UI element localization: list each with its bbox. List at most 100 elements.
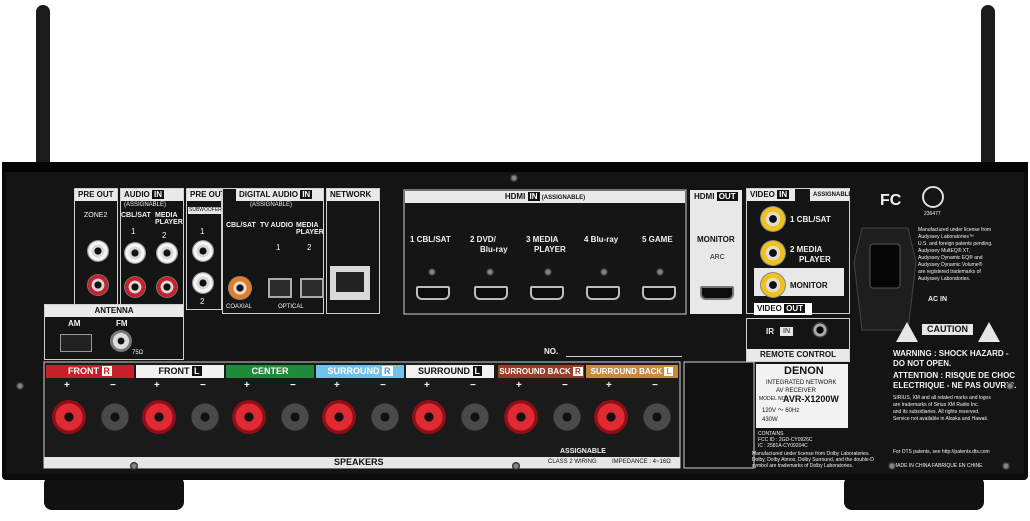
hdmi-1-label: 1 CBL/SAT	[410, 235, 451, 244]
surround-back-l-minus-terminal[interactable]	[640, 400, 674, 434]
front-l-minus-terminal[interactable]	[188, 400, 222, 434]
speaker-sb-l-header: SURROUND BACK L	[586, 365, 678, 378]
sub-num-1: 1	[200, 227, 205, 236]
fm-antenna-jack[interactable]	[110, 330, 132, 352]
video-2-label: 2 MEDIA	[790, 245, 823, 254]
ethernet-port[interactable]	[330, 266, 370, 300]
hdmi-in-header: HDMI IN (ASSIGNABLE)	[405, 191, 685, 203]
product-line-1: INTEGRATED NETWORK	[766, 380, 837, 386]
speaker-center-header: CENTER	[226, 365, 314, 378]
audio-in-mediaplayer: MEDIA PLAYER	[155, 212, 183, 226]
ir-in-jack[interactable]	[812, 322, 828, 338]
audyssey-line-4: Audyssey MultEQ® XT,	[918, 248, 971, 254]
sirius-line-3: and its subsidiaries. All rights reserve…	[893, 409, 980, 415]
audyssey-line-2: Audyssey Laboratories™	[918, 234, 974, 240]
fcc-logo: FC	[880, 192, 902, 209]
csa-number: 236477	[924, 211, 941, 217]
hdmi-2-label: 2 DVD/	[470, 235, 496, 244]
hdmi-out-header: HDMI OUT	[691, 191, 741, 203]
speaker-sb-r-header: SURROUND BACK R	[498, 365, 584, 378]
surround-l-plus-terminal[interactable]	[412, 400, 446, 434]
speaker-front-l-header: FRONT L	[136, 365, 224, 378]
speaker-assignable-label: ASSIGNABLE	[560, 448, 606, 455]
audyssey-line-3: U.S. and foreign patents pending.	[918, 241, 993, 247]
am-label: AM	[68, 319, 81, 328]
video-in-2-jack[interactable]	[760, 240, 786, 266]
speaker-surround-l-header: SURROUND L	[406, 365, 494, 378]
hdmi-3-label-b: PLAYER	[534, 245, 566, 254]
pre-out-zone2-header: PRE OUT	[75, 189, 117, 201]
dolby-line-3: symbol are trademarks of Dolby Laborator…	[752, 463, 854, 469]
hdmi-in-5-port[interactable]	[642, 286, 676, 300]
caution-label: CAUTION	[922, 324, 973, 335]
optical-num-1: 1	[276, 243, 281, 252]
serial-no-label: NO.	[544, 347, 559, 356]
hdmi-in-1-port[interactable]	[416, 286, 450, 300]
optical-num-2: 2	[307, 243, 312, 252]
digital-audio-header: DIGITAL AUDIO IN	[236, 189, 323, 201]
audio-in-2-right-jack[interactable]	[156, 276, 178, 298]
audio-in-1-right-jack[interactable]	[124, 276, 146, 298]
coax-cblsat-label: CBL/SAT	[226, 222, 256, 229]
subwoofer-1-jack[interactable]	[192, 240, 214, 262]
hdmi-in-4-port[interactable]	[586, 286, 620, 300]
power-rating-1: 120V ～ 60Hz	[762, 408, 800, 414]
audio-in-1-left-jack[interactable]	[124, 242, 146, 264]
warning-line-2: DO NOT OPEN.	[893, 359, 952, 368]
fm-ohm-label: 75Ω	[132, 350, 144, 356]
optical-1-jack[interactable]	[268, 278, 292, 298]
coaxial-jack[interactable]	[228, 276, 252, 300]
attention-line-1: ATTENTION : RISQUE DE CHOC	[893, 371, 1016, 380]
surround-back-l-plus-terminal[interactable]	[594, 400, 628, 434]
video-monitor-label: MONITOR	[790, 281, 828, 290]
speaker-front-r-header: FRONT R	[46, 365, 134, 378]
hdmi-2-label-b: Blu-ray	[480, 245, 508, 254]
front-l-plus-terminal[interactable]	[142, 400, 176, 434]
surround-r-plus-terminal[interactable]	[322, 400, 356, 434]
audyssey-line-5: Audyssey Dynamic EQ® and	[918, 255, 983, 261]
center-plus-terminal[interactable]	[232, 400, 266, 434]
audyssey-line-1: Manufactured under license from	[918, 227, 992, 233]
center-minus-terminal[interactable]	[278, 400, 312, 434]
fm-label: FM	[116, 319, 128, 328]
sub-num-2: 2	[200, 297, 205, 306]
surround-r-minus-terminal[interactable]	[368, 400, 402, 434]
audio-in-cblsat: CBL/SAT	[121, 212, 151, 219]
coaxial-label: COAXIAL	[226, 304, 253, 310]
media-player-optical-label: MEDIA PLAYER	[296, 222, 324, 236]
surround-back-r-minus-terminal[interactable]	[550, 400, 584, 434]
hdmi-in-2-port[interactable]	[474, 286, 508, 300]
hdmi-in-3-port[interactable]	[530, 286, 564, 300]
digital-assignable: (ASSIGNABLE)	[250, 202, 293, 208]
ac-inlet[interactable]	[870, 244, 900, 288]
hdmi-3-label: 3 MEDIA	[526, 235, 559, 244]
surround-l-minus-terminal[interactable]	[458, 400, 492, 434]
shock-warning-icon	[896, 322, 918, 342]
zone2-label: ZONE2	[84, 212, 108, 219]
model-number: AVR-X1200W	[783, 394, 839, 404]
hdmi-5-label: 5 GAME	[642, 235, 673, 244]
dts-line: For DTS patents, see http://patents.dts.…	[893, 449, 990, 455]
front-r-plus-terminal[interactable]	[52, 400, 86, 434]
front-r-minus-terminal[interactable]	[98, 400, 132, 434]
optical-2-jack[interactable]	[300, 278, 324, 298]
subwoofer-2-jack[interactable]	[192, 272, 214, 294]
speakers-label: SPEAKERS	[334, 457, 384, 467]
video-in-header: VIDEO IN	[747, 189, 795, 201]
am-antenna-terminal[interactable]	[60, 334, 92, 352]
video-1-label: 1 CBL/SAT	[790, 215, 831, 224]
ir-label: IR	[766, 327, 774, 336]
video-monitor-jack[interactable]	[760, 272, 786, 298]
ac-in-label: AC IN	[928, 296, 948, 303]
audyssey-line-8: Audyssey Laboratories.	[918, 276, 971, 282]
hdmi-out-port[interactable]	[700, 286, 734, 300]
sirius-line-4: Service not available in Alaska and Hawa…	[893, 416, 989, 422]
zone2-right-jack[interactable]	[87, 274, 109, 296]
zone2-left-jack[interactable]	[87, 240, 109, 262]
remote-control-label: REMOTE CONTROL	[747, 349, 849, 361]
speaker-surround-r-header: SURROUND R	[316, 365, 404, 378]
antenna-header: ANTENNA	[45, 305, 183, 317]
video-in-1-jack[interactable]	[760, 206, 786, 232]
surround-back-r-plus-terminal[interactable]	[504, 400, 538, 434]
audio-in-2-left-jack[interactable]	[156, 242, 178, 264]
